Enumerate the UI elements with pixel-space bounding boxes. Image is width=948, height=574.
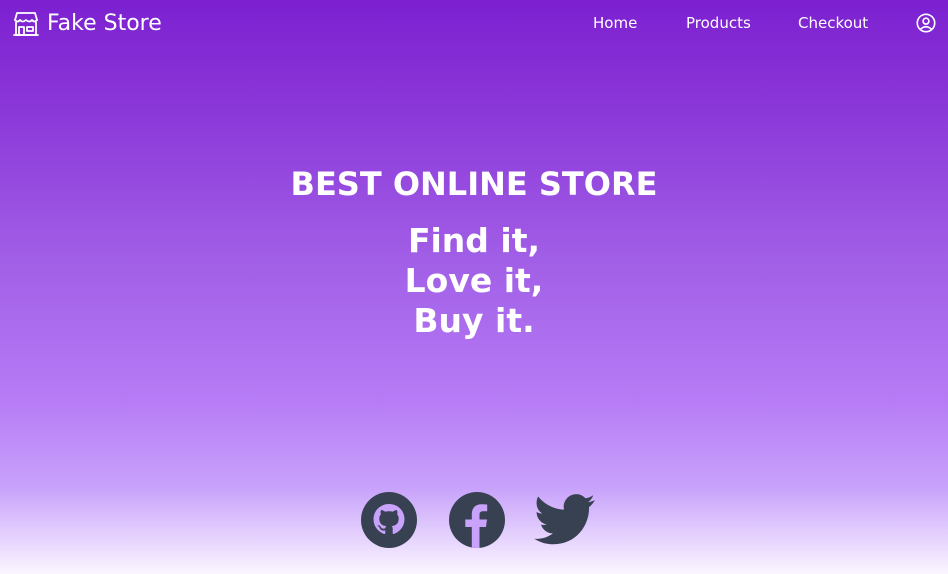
- brand-name: Fake Store: [47, 11, 162, 36]
- hero-line-love: Love it,: [404, 261, 544, 300]
- facebook-icon[interactable]: [448, 491, 506, 549]
- hero-tagline: Find it, Love it, Buy it.: [0, 221, 948, 341]
- github-icon[interactable]: [360, 491, 418, 549]
- hero-line-find: Find it,: [407, 221, 541, 260]
- nav-link-checkout[interactable]: Checkout: [798, 13, 868, 33]
- twitter-icon[interactable]: [534, 494, 596, 546]
- brand-link[interactable]: Fake Store: [12, 9, 162, 39]
- hero-line-buy: Buy it.: [413, 301, 535, 340]
- top-navbar: Fake Store Home Products Checkout: [0, 0, 948, 48]
- nav-link-products[interactable]: Products: [686, 13, 751, 33]
- social-links: [0, 491, 948, 551]
- user-account-icon[interactable]: [915, 12, 937, 34]
- storefront-icon: [13, 12, 39, 36]
- nav-link-home[interactable]: Home: [593, 13, 637, 33]
- hero-kicker: BEST ONLINE STORE: [290, 165, 658, 203]
